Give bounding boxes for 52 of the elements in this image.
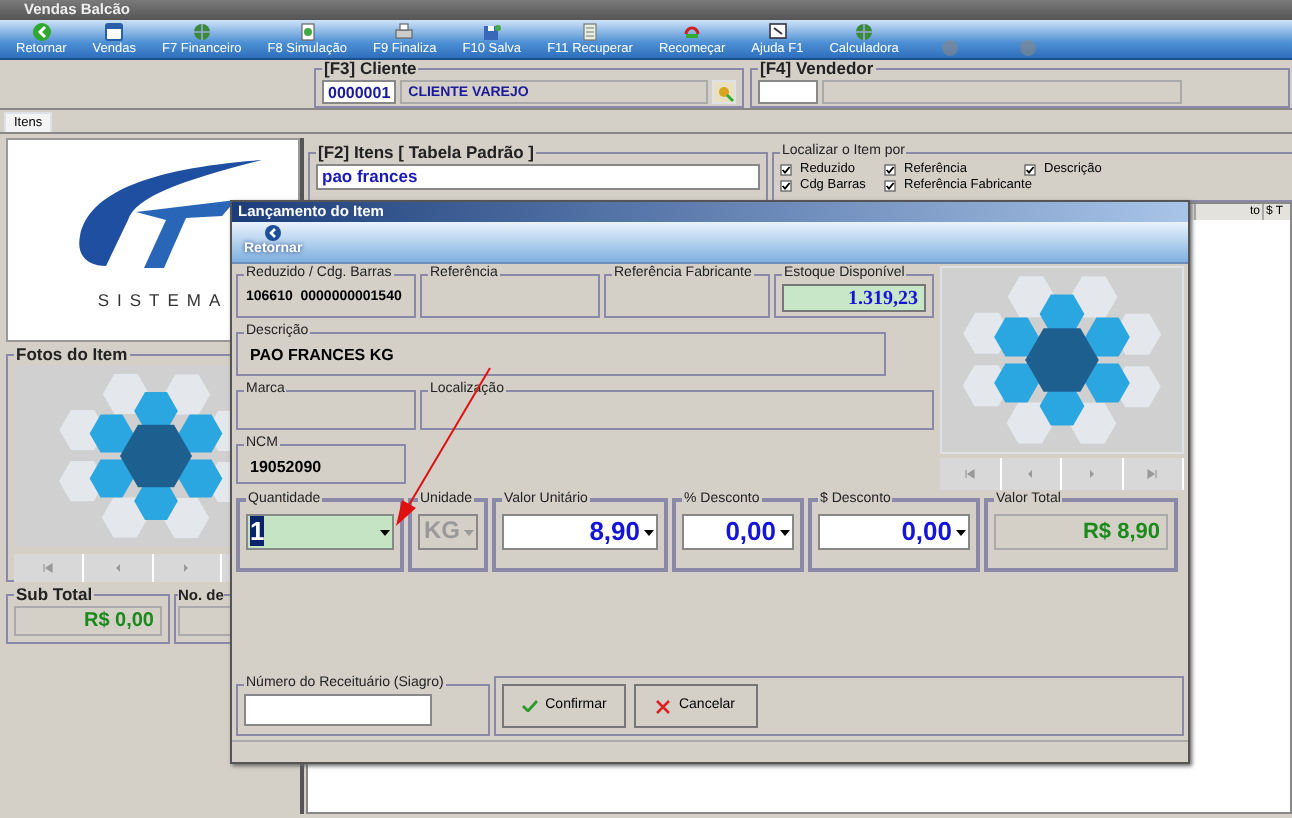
first-icon xyxy=(41,562,54,574)
group-label: [F4] Vendedor xyxy=(758,60,876,78)
circle-icon xyxy=(940,38,961,58)
previous-icon xyxy=(111,562,124,574)
nav-button[interactable] xyxy=(153,554,223,582)
printer-icon xyxy=(394,22,415,42)
checkbox[interactable] xyxy=(884,180,896,193)
group-label: [F3] Cliente xyxy=(322,60,419,78)
group-label: Fotos do Item xyxy=(14,346,130,364)
subtotal-value: R$ 0,00 xyxy=(14,606,162,636)
seller-code-field[interactable] xyxy=(758,80,818,104)
help-icon xyxy=(767,22,788,42)
circle-icon xyxy=(1018,38,1039,58)
nav-button[interactable] xyxy=(940,458,1001,490)
nav-button[interactable] xyxy=(83,554,153,582)
checkbox[interactable] xyxy=(1024,163,1036,176)
logo-text: SISTEMA xyxy=(97,292,229,312)
group-label: [F2] Itens [ Tabela Padrão ] xyxy=(316,144,537,162)
previous-icon xyxy=(1024,468,1037,480)
list-icon xyxy=(580,22,600,42)
refresh-icon xyxy=(682,22,703,42)
next-icon xyxy=(180,562,193,574)
client-code-field[interactable]: 0000001 xyxy=(322,80,397,104)
group-label: Sub Total xyxy=(14,586,95,604)
next-icon xyxy=(1085,468,1098,480)
back-icon xyxy=(31,22,52,42)
last-icon xyxy=(1146,468,1159,480)
combo-field[interactable]: 0,00 xyxy=(818,514,970,550)
combo-field[interactable]: 0,00 xyxy=(682,514,794,550)
prescription-number-field[interactable] xyxy=(244,694,432,726)
back-icon xyxy=(264,224,283,242)
document-icon xyxy=(297,22,318,42)
globe-icon xyxy=(191,22,212,42)
item-search-field[interactable]: pao frances xyxy=(316,164,760,190)
checkbox[interactable] xyxy=(780,163,792,176)
search-icon xyxy=(715,83,733,101)
nav-button[interactable] xyxy=(1001,458,1062,490)
checkbox[interactable] xyxy=(884,163,896,176)
window-icon xyxy=(104,22,125,42)
nav-button[interactable] xyxy=(1123,458,1184,490)
search-button[interactable] xyxy=(712,80,736,104)
combo-field[interactable]: 8,90 xyxy=(502,514,658,550)
total-value: R$ 8,90 xyxy=(994,514,1168,550)
combo-field[interactable]: 1 xyxy=(246,514,394,550)
stock-value: 1.319,23 xyxy=(782,284,926,312)
first-icon xyxy=(963,468,976,480)
check-icon xyxy=(521,700,538,712)
unit-field: KG xyxy=(418,514,478,550)
close-icon xyxy=(656,699,671,713)
checkbox[interactable] xyxy=(780,180,792,193)
nav-button[interactable] xyxy=(14,554,84,582)
globe-icon xyxy=(854,22,875,42)
